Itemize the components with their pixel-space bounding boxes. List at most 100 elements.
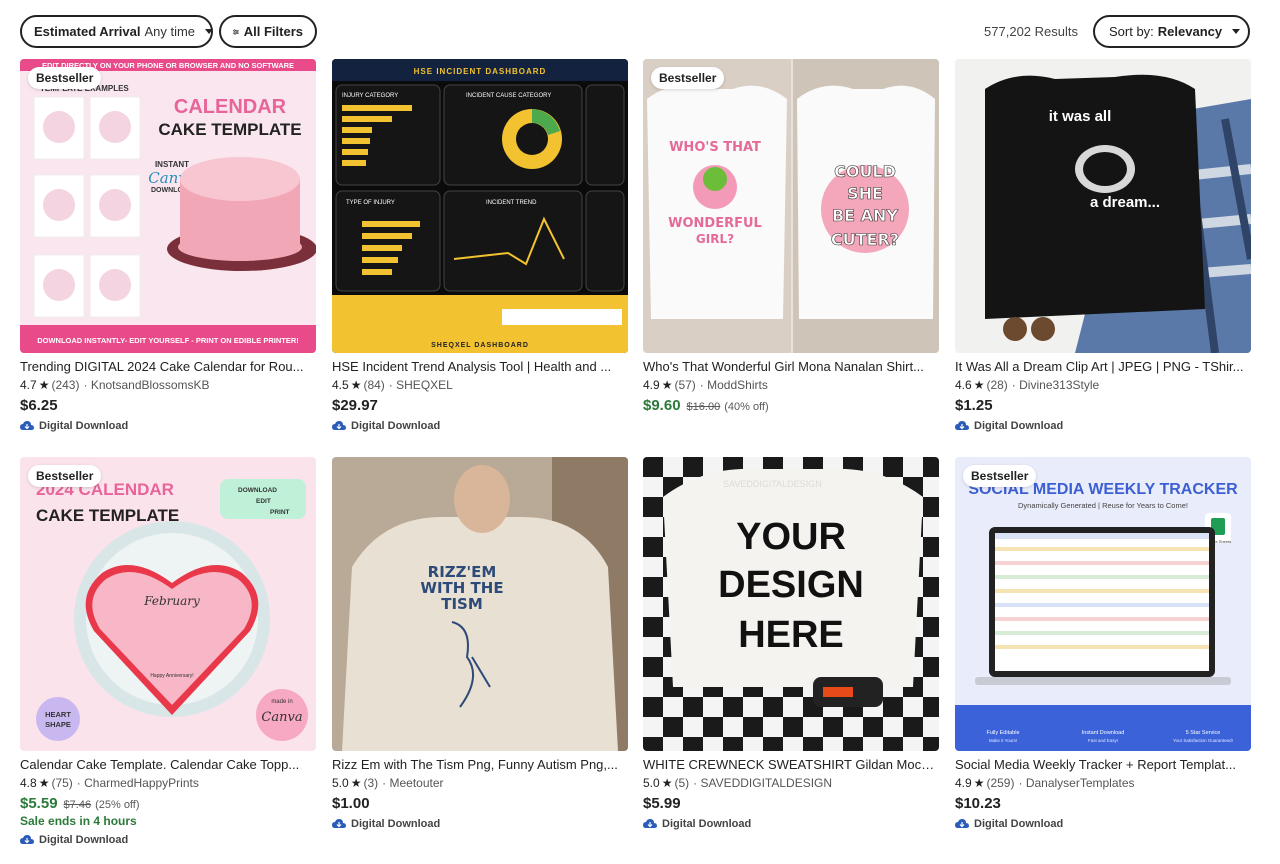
listing-image[interactable]: EDIT DIRECTLY ON YOUR PHONE OR BROWSER A… [20, 59, 316, 353]
listing-title[interactable]: It Was All a Dream Clip Art | JPEG | PNG… [955, 359, 1251, 374]
listing-title[interactable]: Trending DIGITAL 2024 Cake Calendar for … [20, 359, 316, 374]
review-count: (28) [986, 378, 1008, 392]
listing-card[interactable]: SOCIAL MEDIA WEEKLY TRACKER Dynamically … [955, 457, 1251, 837]
rating-value: 4.9 [955, 776, 972, 790]
svg-text:CUTER?: CUTER? [831, 230, 899, 249]
rating-value: 4.7 [20, 378, 37, 392]
cloud-download-icon [955, 819, 969, 828]
svg-text:INSTANT: INSTANT [155, 160, 189, 169]
svg-text:Make it Yours!: Make it Yours! [989, 738, 1017, 743]
listing-card[interactable]: HSE INCIDENT DASHBOARD INJURY CATEGORY I… [332, 59, 628, 439]
listing-card[interactable]: SAVEDDIGITALDESIGN YOUR DESIGN HERE WHIT… [643, 457, 939, 837]
svg-text:Fast and Easy!: Fast and Easy! [1088, 738, 1118, 743]
all-filters-button[interactable]: All Filters [219, 15, 317, 48]
svg-text:5 Star Service: 5 Star Service [1186, 730, 1221, 736]
svg-text:DOWNLOAD INSTANTLY- EDIT YOURS: DOWNLOAD INSTANTLY- EDIT YOURSELF - PRIN… [37, 336, 299, 345]
listing-card[interactable]: EDIT DIRECTLY ON YOUR PHONE OR BROWSER A… [20, 59, 316, 439]
sale-ends-notice: Sale ends in 4 hours [20, 814, 137, 828]
svg-text:TYPE OF INJURY: TYPE OF INJURY [346, 200, 395, 206]
svg-text:PRINT: PRINT [270, 509, 290, 516]
listing-title[interactable]: HSE Incident Trend Analysis Tool | Healt… [332, 359, 628, 374]
digital-download-label: Digital Download [39, 420, 129, 432]
shop-name: · CharmedHappyPrints [76, 776, 199, 790]
listing-card[interactable]: it was all a dream... It Was All a Dream… [955, 59, 1251, 439]
original-price: $16.00 [686, 401, 721, 413]
star-icon: ★ [38, 378, 50, 392]
listing-rating: 5.0 ★ (3) · Meetouter [332, 776, 444, 790]
listing-card[interactable]: 2024 CALENDAR CAKE TEMPLATE DOWNLOAD EDI… [20, 457, 316, 857]
listing-rating: 4.9 ★ (259) · DanalyserTemplates [955, 776, 1135, 790]
svg-text:DOWNLOAD: DOWNLOAD [238, 487, 277, 494]
discount-percent: (40% off) [724, 401, 769, 413]
listing-title[interactable]: Calendar Cake Template. Calendar Cake To… [20, 757, 316, 772]
svg-text:BE ANY: BE ANY [832, 206, 898, 225]
sale-price: $5.59 [20, 795, 58, 812]
listing-title[interactable]: Social Media Weekly Tracker + Report Tem… [955, 757, 1251, 772]
bestseller-badge: Bestseller [28, 67, 102, 89]
price-row: $5.59 $7.46 (25% off) [20, 795, 140, 812]
star-icon: ★ [973, 378, 985, 392]
price-row: $9.60 $16.00 (40% off) [643, 397, 769, 414]
listing-image[interactable]: SOCIAL MEDIA WEEKLY TRACKER Dynamically … [955, 457, 1251, 751]
listing-image[interactable]: it was all a dream... [955, 59, 1251, 353]
listing-image[interactable]: WHO'S THAT WONDERFUL GIRL? COULD SHE BE … [643, 59, 939, 353]
svg-text:SHAPE: SHAPE [45, 720, 71, 729]
price-row: $29.97 [332, 397, 378, 414]
listing-rating: 5.0 ★ (5) · SAVEDDIGITALDESIGN [643, 776, 832, 790]
listing-image[interactable]: RIZZ'EM WITH THE TISM [332, 457, 628, 751]
price: $6.25 [20, 397, 58, 414]
star-icon: ★ [350, 776, 362, 790]
listing-title[interactable]: WHITE CREWNECK SWEATSHIRT Gildan Mock ..… [643, 757, 939, 772]
review-count: (243) [51, 378, 80, 392]
star-icon: ★ [350, 378, 362, 392]
cloud-download-icon [955, 421, 969, 430]
filter-toolbar: Estimated Arrival Any time All Filters 5… [20, 15, 1250, 48]
svg-text:SAVEDDIGITALDESIGN: SAVEDDIGITALDESIGN [723, 479, 822, 489]
listing-image[interactable]: SAVEDDIGITALDESIGN YOUR DESIGN HERE [643, 457, 939, 751]
digital-download-label: Digital Download [351, 420, 441, 432]
estimated-arrival-dropdown[interactable]: Estimated Arrival Any time [20, 15, 214, 48]
cloud-download-icon [332, 421, 346, 430]
original-price: $7.46 [63, 799, 92, 811]
estimated-arrival-label: Estimated Arrival [34, 24, 141, 39]
shop-name: · SAVEDDIGITALDESIGN [693, 776, 833, 790]
review-count: (3) [363, 776, 379, 790]
svg-text:Happy Anniversary!: Happy Anniversary! [150, 673, 193, 679]
price-row: $1.00 [332, 795, 370, 812]
digital-download-tag: Digital Download [20, 834, 128, 846]
svg-text:HERE: HERE [738, 614, 844, 656]
shop-name: · ModdShirts [699, 378, 768, 392]
listing-card[interactable]: RIZZ'EM WITH THE TISM Rizz Em with The T… [332, 457, 628, 837]
sort-value: Relevancy [1157, 24, 1223, 39]
review-count: (57) [674, 378, 696, 392]
shop-name: · DanalyserTemplates [1018, 776, 1135, 790]
listing-image[interactable]: HSE INCIDENT DASHBOARD INJURY CATEGORY I… [332, 59, 628, 353]
cloud-download-icon [332, 819, 346, 828]
star-icon: ★ [973, 776, 985, 790]
listing-image[interactable]: 2024 CALENDAR CAKE TEMPLATE DOWNLOAD EDI… [20, 457, 316, 751]
sort-dropdown[interactable]: Sort by: Relevancy [1093, 15, 1250, 48]
listing-title[interactable]: Who's That Wonderful Girl Mona Nanalan S… [643, 359, 939, 374]
svg-text:SHEQXEL DASHBOARD: SHEQXEL DASHBOARD [431, 342, 529, 349]
shop-name: · SHEQXEL [388, 378, 453, 392]
svg-text:WHO'S THAT: WHO'S THAT [669, 140, 761, 155]
star-icon: ★ [38, 776, 50, 790]
price: $29.97 [332, 397, 378, 414]
shop-name: · Divine313Style [1011, 378, 1100, 392]
rating-value: 4.6 [955, 378, 972, 392]
svg-text:DESIGN: DESIGN [718, 564, 864, 606]
svg-text:HSE INCIDENT DASHBOARD: HSE INCIDENT DASHBOARD [414, 67, 547, 76]
review-count: (259) [986, 776, 1015, 790]
price-row: $10.23 [955, 795, 1001, 812]
svg-text:EDIT: EDIT [256, 498, 271, 505]
svg-text:YOUR: YOUR [736, 516, 846, 558]
review-count: (75) [51, 776, 73, 790]
listing-card[interactable]: WHO'S THAT WONDERFUL GIRL? COULD SHE BE … [643, 59, 939, 439]
svg-text:February: February [143, 594, 200, 608]
cloud-download-icon [643, 819, 657, 828]
listing-title[interactable]: Rizz Em with The Tism Png, Funny Autism … [332, 757, 628, 772]
svg-text:Instant Download: Instant Download [1082, 730, 1125, 736]
price: $1.00 [332, 795, 370, 812]
svg-text:made in: made in [271, 699, 292, 705]
star-icon: ★ [661, 378, 673, 392]
